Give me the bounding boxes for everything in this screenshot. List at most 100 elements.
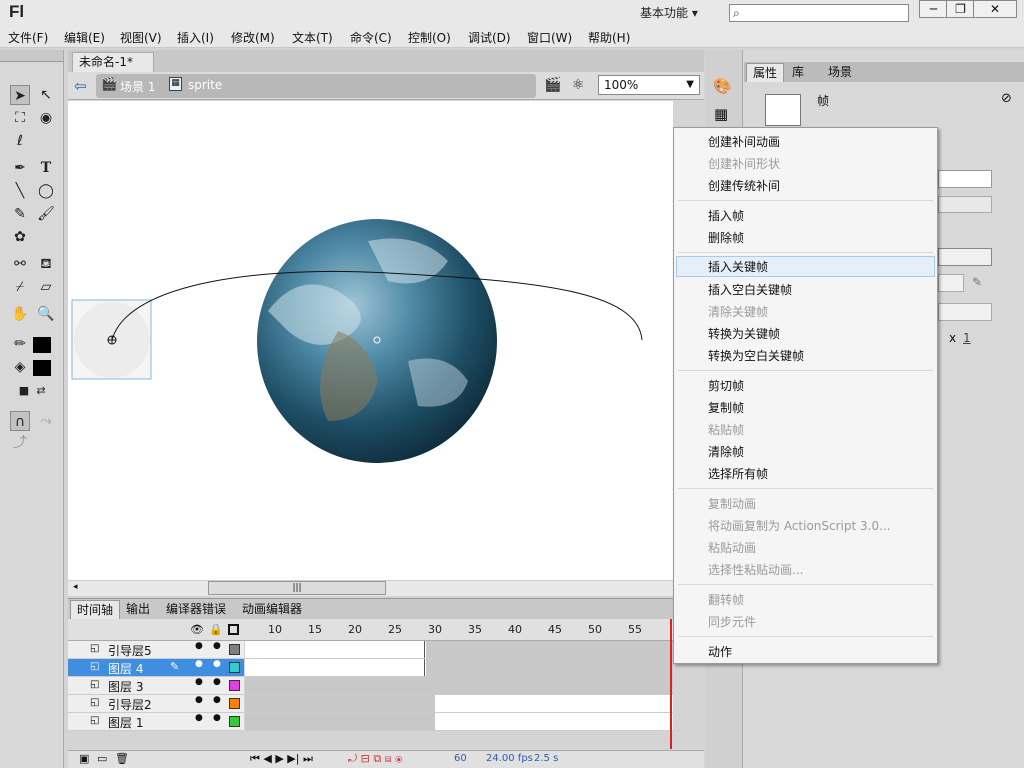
frame-row[interactable] bbox=[245, 641, 673, 659]
playback-controls-icon[interactable]: ⏮ ◀ ▶ ▶| ⏭ bbox=[250, 752, 313, 766]
menu-item-clear-frames[interactable]: 清除帧 bbox=[708, 443, 744, 460]
straighten-icon[interactable]: ⤴ bbox=[10, 433, 30, 453]
tab-motion-editor[interactable]: 动画编辑器 bbox=[236, 600, 308, 619]
menu-item-insert-keyframe[interactable]: 插入关键帧 bbox=[676, 256, 935, 277]
layer-row[interactable]: ◱ 图层 4 ✎ ● ● bbox=[68, 659, 244, 677]
minimize-button[interactable]: ─ bbox=[919, 0, 948, 18]
frame-rate[interactable]: 24.00 fps bbox=[486, 753, 533, 764]
menu-item-copy-frames[interactable]: 复制帧 bbox=[708, 399, 744, 416]
3d-rotation-tool-icon[interactable]: ◉ bbox=[36, 108, 56, 128]
tab-properties[interactable]: 属性 bbox=[746, 63, 785, 82]
pencil-tool-icon[interactable]: ✎ bbox=[10, 204, 30, 224]
bone-tool-icon[interactable]: ⚯ bbox=[10, 254, 30, 274]
sync-select[interactable] bbox=[938, 303, 992, 321]
frame-name-field[interactable] bbox=[938, 170, 992, 188]
edit-symbols-icon[interactable]: ⚛ bbox=[572, 77, 585, 93]
menu-item-convert-to-blank-keyframes[interactable]: 转换为空白关键帧 bbox=[708, 347, 804, 364]
breadcrumb-scene[interactable]: 场景 1 bbox=[120, 78, 155, 95]
swatches-grid-icon[interactable]: ▦ bbox=[714, 105, 728, 123]
menu-item-cut-frames[interactable]: 剪切帧 bbox=[708, 377, 744, 394]
visibility-dot[interactable]: ● bbox=[195, 641, 203, 651]
stroke-color-swatch[interactable] bbox=[33, 337, 51, 353]
playhead[interactable] bbox=[670, 619, 672, 749]
menu-edit[interactable]: 编辑(E) bbox=[64, 29, 105, 46]
swap-colors-icon[interactable]: ⇄ bbox=[31, 381, 51, 401]
layer-row[interactable]: ◱ 引导层2 ● ● bbox=[68, 695, 244, 713]
sound-select[interactable] bbox=[938, 248, 992, 266]
free-transform-tool-icon[interactable]: ⛶ bbox=[10, 108, 30, 128]
menu-modify[interactable]: 修改(M) bbox=[231, 29, 275, 46]
workspace-switcher[interactable]: 基本功能 ▾ bbox=[640, 4, 698, 21]
layer-row[interactable]: ◱ 引导层5 ● ● bbox=[68, 641, 244, 659]
smooth-icon[interactable]: ⤳ bbox=[36, 411, 56, 431]
lock-dot[interactable]: ● bbox=[213, 713, 221, 723]
frame-span[interactable] bbox=[245, 641, 425, 658]
visibility-dot[interactable]: ● bbox=[195, 677, 203, 687]
brush-tool-icon[interactable]: 🖌 bbox=[36, 204, 56, 224]
visibility-dot[interactable]: ● bbox=[195, 659, 203, 669]
stage[interactable] bbox=[68, 101, 673, 580]
edit-scene-icon[interactable]: 🎬 bbox=[544, 77, 561, 93]
outline-icon[interactable] bbox=[228, 624, 239, 635]
frame-row[interactable] bbox=[245, 677, 673, 695]
layer-outline-color[interactable] bbox=[229, 680, 240, 691]
tools-panel-header[interactable] bbox=[0, 50, 63, 62]
selection-tool-icon[interactable]: ➤ bbox=[10, 85, 30, 105]
lock-icon[interactable]: 🔒 bbox=[209, 623, 223, 636]
menu-help[interactable]: 帮助(H) bbox=[588, 29, 630, 46]
layer-outline-color[interactable] bbox=[229, 698, 240, 709]
layer-outline-color[interactable] bbox=[229, 662, 240, 673]
edit-pencil-icon[interactable]: ✎ bbox=[972, 275, 982, 289]
menu-item-actions[interactable]: 动作 bbox=[708, 643, 732, 660]
menu-item-select-all-frames[interactable]: 选择所有帧 bbox=[708, 465, 768, 482]
frame-span[interactable] bbox=[426, 641, 673, 658]
line-tool-icon[interactable]: ╲ bbox=[10, 181, 30, 201]
menu-item-create-classic-tween[interactable]: 创建传统补间 bbox=[708, 177, 780, 194]
new-folder-icon[interactable]: ▭ bbox=[97, 752, 107, 765]
menu-insert[interactable]: 插入(I) bbox=[177, 29, 214, 46]
search-input[interactable]: ⌕ bbox=[729, 4, 909, 22]
frame-row[interactable] bbox=[245, 659, 673, 677]
eye-icon[interactable]: 👁 bbox=[190, 623, 204, 636]
repeat-count[interactable]: 1 bbox=[963, 331, 971, 345]
hand-tool-icon[interactable]: ✋ bbox=[10, 304, 30, 324]
menu-item-insert-blank-keyframe[interactable]: 插入空白关键帧 bbox=[708, 281, 792, 298]
eyedropper-tool-icon[interactable]: ⌿ bbox=[10, 277, 30, 297]
frame-span[interactable] bbox=[245, 713, 435, 730]
current-frame[interactable]: 60 bbox=[454, 753, 467, 764]
pen-tool-icon[interactable]: ✒ bbox=[10, 158, 30, 178]
lock-dot[interactable]: ● bbox=[213, 659, 221, 669]
snap-magnet-icon[interactable]: ∩ bbox=[10, 411, 30, 431]
tab-timeline[interactable]: 时间轴 bbox=[70, 600, 121, 619]
new-layer-icon[interactable]: ▣ bbox=[79, 752, 89, 765]
tab-library[interactable]: 库 bbox=[786, 63, 810, 82]
effect-select[interactable] bbox=[938, 274, 964, 292]
close-button[interactable]: ✕ bbox=[973, 0, 1017, 18]
lock-dot[interactable]: ● bbox=[213, 677, 221, 687]
menu-debug[interactable]: 调试(D) bbox=[468, 29, 511, 46]
horizontal-scroll-thumb[interactable]: ||| bbox=[208, 581, 386, 595]
frame-row[interactable] bbox=[245, 713, 673, 731]
tab-output[interactable]: 输出 bbox=[120, 600, 156, 619]
help-icon[interactable]: ⊘ bbox=[1001, 91, 1012, 106]
onion-skin-icon[interactable]: ⤾ ⊟ ⧉ ⧈ ⦿ bbox=[348, 752, 402, 766]
menu-item-convert-to-keyframes[interactable]: 转换为关键帧 bbox=[708, 325, 780, 342]
frame-span[interactable] bbox=[426, 659, 673, 676]
menu-window[interactable]: 窗口(W) bbox=[527, 29, 572, 46]
text-tool-icon[interactable]: T bbox=[36, 158, 56, 178]
frame-span[interactable] bbox=[245, 677, 673, 694]
breadcrumb-symbol[interactable]: sprite bbox=[188, 78, 222, 92]
tab-compiler-errors[interactable]: 编译器错误 bbox=[160, 600, 232, 619]
menu-commands[interactable]: 命令(C) bbox=[350, 29, 392, 46]
menu-item-create-motion-tween[interactable]: 创建补间动画 bbox=[708, 133, 780, 150]
document-tab[interactable]: 未命名-1* × bbox=[72, 52, 154, 87]
delete-layer-icon[interactable]: 🗑 bbox=[115, 752, 129, 765]
label-type-select[interactable] bbox=[938, 196, 992, 213]
color-palette-icon[interactable]: 🎨 bbox=[713, 77, 732, 95]
visibility-dot[interactable]: ● bbox=[195, 713, 203, 723]
zoom-select[interactable]: 100% ▼ bbox=[598, 75, 700, 95]
fill-color-swatch[interactable] bbox=[33, 360, 51, 376]
deco-tool-icon[interactable]: ✿ bbox=[10, 227, 30, 247]
lasso-tool-icon[interactable]: ℓ bbox=[10, 131, 30, 151]
lock-dot[interactable]: ● bbox=[213, 641, 221, 651]
